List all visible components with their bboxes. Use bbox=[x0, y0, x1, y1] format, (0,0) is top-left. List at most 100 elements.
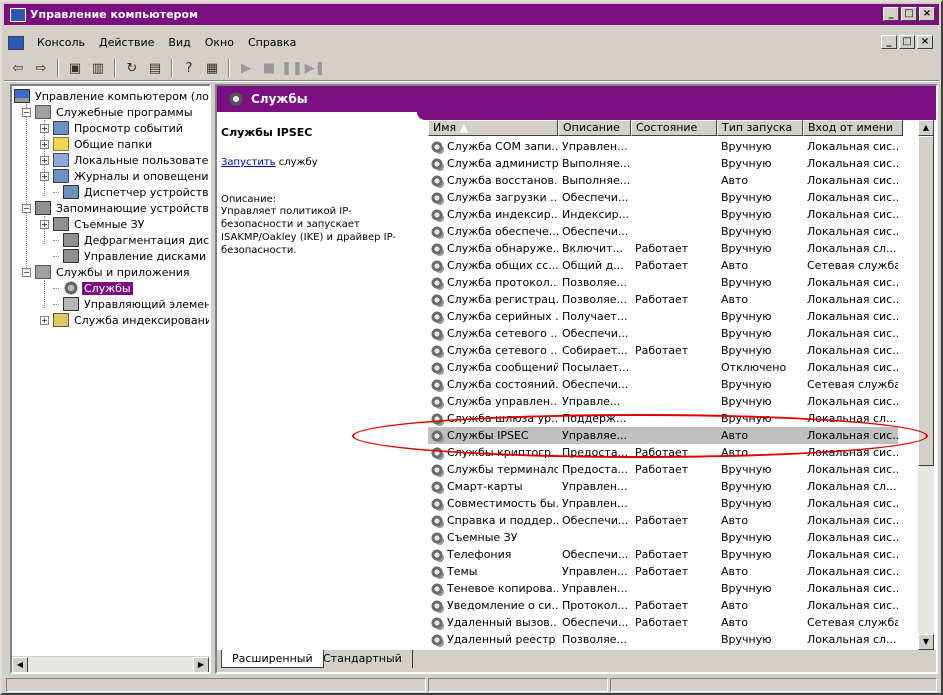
show-tree-icon[interactable]: ▥ bbox=[88, 58, 108, 78]
service-row[interactable]: Теневое копирова... Управлен... Вручную Лок… bbox=[428, 580, 898, 597]
scroll-thumb[interactable] bbox=[918, 136, 934, 466]
menu-console[interactable]: Консоль bbox=[30, 33, 92, 53]
expand-toggle[interactable]: + bbox=[40, 219, 49, 229]
tree-item-storage[interactable]: − Запоминающие устройства bbox=[22, 200, 209, 216]
maximize-button[interactable]: □ bbox=[901, 7, 917, 21]
tree-item-device-manager[interactable]: Диспетчер устройств bbox=[53, 184, 209, 200]
service-row[interactable]: Служба сообщений Посылает... Отключено Лока… bbox=[428, 359, 898, 376]
tree-item-services[interactable]: Службы bbox=[53, 280, 133, 296]
service-startup-type: Вручную bbox=[721, 191, 772, 204]
tab-extended[interactable]: Расширенный bbox=[221, 650, 324, 668]
service-row[interactable]: Службы терминалов Предоста... Работает Вруч… bbox=[428, 461, 898, 478]
close-button[interactable]: × bbox=[919, 7, 935, 21]
service-row[interactable]: Служба сетевого ... Собирает... Работает Вр… bbox=[428, 342, 898, 359]
service-row[interactable]: Служба протокол... Позволяе... Вручную Лока… bbox=[428, 274, 898, 291]
expand-toggle[interactable]: + bbox=[40, 171, 49, 181]
collapse-toggle[interactable]: − bbox=[22, 203, 31, 213]
service-row[interactable]: Служба восстанов... Выполняе... Авто Локаль… bbox=[428, 172, 898, 189]
service-row[interactable]: Служба обнаруже... Включит... Работает Вруч… bbox=[428, 240, 898, 257]
child-close-button[interactable]: × bbox=[917, 35, 933, 49]
service-row[interactable]: Служба состояний... Обеспечи... Вручную Сет… bbox=[428, 376, 898, 393]
service-row[interactable]: Служба обеспече... Обеспечи... Вручную Лока… bbox=[428, 223, 898, 240]
service-gear-icon bbox=[430, 224, 444, 239]
column-log-on-as[interactable]: Вход от имени bbox=[803, 120, 903, 136]
tree-horizontal-scrollbar[interactable]: ◀ ▶ bbox=[12, 656, 209, 672]
expand-toggle[interactable]: + bbox=[40, 123, 49, 133]
service-row[interactable]: Служба общих сс... Общий д... Работает Авто… bbox=[428, 257, 898, 274]
tree-item-shared-folders[interactable]: + Общие папки bbox=[40, 136, 154, 152]
service-row[interactable]: Справка и поддер... Обеспечи... Работает Ав… bbox=[428, 512, 898, 529]
menu-action[interactable]: Действие bbox=[92, 33, 161, 53]
service-row[interactable]: Удаленный реестр Позволяе... Вручную Локаль… bbox=[428, 631, 898, 648]
service-row[interactable]: Служба регистрац... Позволяе... Работает Ав… bbox=[428, 291, 898, 308]
service-row[interactable]: Служба загрузки ... Обеспечи... Вручную Лок… bbox=[428, 189, 898, 206]
collapse-toggle[interactable]: − bbox=[22, 107, 31, 117]
service-status: Работает bbox=[635, 565, 689, 578]
tree-item-disk-management[interactable]: Управление дисками bbox=[53, 248, 208, 264]
tree-item-services-apps[interactable]: − Службы и приложения bbox=[22, 264, 191, 280]
child-minimize-button[interactable]: _ bbox=[881, 35, 897, 49]
tree-item-indexing-service[interactable]: + Служба индексирования bbox=[40, 312, 209, 328]
removable-storage-icon bbox=[53, 217, 69, 231]
tree-item-defrag[interactable]: Дефрагментация диска bbox=[53, 232, 209, 248]
service-row[interactable]: Служба сетевого ... Обеспечи... Вручную Лок… bbox=[428, 325, 898, 342]
pause-icon[interactable]: ❚❚ bbox=[281, 58, 303, 78]
tree-item-logs-alerts[interactable]: + Журналы и оповещения пр bbox=[40, 168, 209, 184]
collapse-toggle[interactable]: − bbox=[22, 267, 31, 277]
properties-icon[interactable]: ▦ bbox=[202, 58, 222, 78]
child-restore-button[interactable]: □ bbox=[899, 35, 915, 49]
service-row[interactable]: Служба COM запи... Управлен... Вручную Лока… bbox=[428, 138, 898, 155]
up-folder-icon[interactable]: ▣ bbox=[65, 58, 85, 78]
scroll-left-icon[interactable]: ◀ bbox=[12, 657, 28, 672]
service-row[interactable]: Темы Управлен... Работает Авто Локальная сис… bbox=[428, 563, 898, 580]
service-row[interactable]: Удаленный вызов... Обеспечи... Работает Авт… bbox=[428, 614, 898, 631]
service-row[interactable]: Съемные ЗУ Вручную Локальная сис... bbox=[428, 529, 898, 546]
service-row[interactable]: Службы криптогр... Предоста... Работает Авт… bbox=[428, 444, 898, 461]
scroll-right-icon[interactable]: ▶ bbox=[193, 657, 209, 672]
service-row[interactable]: Служба индексир... Индексир... Вручную Лока… bbox=[428, 206, 898, 223]
menu-help[interactable]: Справка bbox=[241, 33, 303, 53]
play-icon[interactable]: ▶ bbox=[236, 58, 256, 78]
menu-view[interactable]: Вид bbox=[161, 33, 197, 53]
minimize-button[interactable]: _ bbox=[883, 7, 899, 21]
tree-item-computer-management[interactable]: Управление компьютером (локаль bbox=[14, 88, 209, 104]
scroll-up-icon[interactable]: ▲ bbox=[918, 120, 934, 136]
service-row[interactable]: Служба администр... Выполняе... Вручную Лок… bbox=[428, 155, 898, 172]
tree-item-wmi-control[interactable]: Управляющий элемент WM bbox=[53, 296, 209, 312]
service-row[interactable]: Службы IPSEC Управляе... Авто Локальная сис… bbox=[428, 427, 898, 444]
service-row[interactable]: Телефония Обеспечи... Работает Вручную Локал… bbox=[428, 546, 898, 563]
service-row[interactable]: Служба шлюза ур... Поддерж... Вручную Локал… bbox=[428, 410, 898, 427]
refresh-icon[interactable]: ↻ bbox=[122, 58, 142, 78]
list-vertical-scrollbar[interactable]: ▲ ▼ bbox=[918, 120, 934, 650]
title-bar[interactable]: Управление компьютером _ □ × bbox=[4, 4, 939, 25]
column-description[interactable]: Описание bbox=[558, 120, 631, 136]
service-row[interactable]: Уведомление о си... Протокол... Работает Ав… bbox=[428, 597, 898, 614]
stop-icon[interactable]: ■ bbox=[259, 58, 279, 78]
service-row[interactable]: Смарт-карты Управлен... Вручную Локальная с… bbox=[428, 478, 898, 495]
tree-item-system-tools[interactable]: − Служебные программы bbox=[22, 104, 195, 120]
column-name[interactable]: Имя ▲ bbox=[428, 120, 558, 136]
tree-item-local-users[interactable]: + Локальные пользователи bbox=[40, 152, 209, 168]
scroll-down-icon[interactable]: ▼ bbox=[918, 634, 934, 650]
column-status[interactable]: Состояние bbox=[631, 120, 717, 136]
expand-toggle[interactable]: + bbox=[40, 315, 49, 325]
export-list-icon[interactable]: ▤ bbox=[145, 58, 165, 78]
menu-window[interactable]: Окно bbox=[198, 33, 241, 53]
expand-toggle[interactable]: + bbox=[40, 139, 49, 149]
back-arrow-icon[interactable]: ⇦ bbox=[8, 58, 28, 78]
tab-standard[interactable]: Стандартный bbox=[313, 650, 413, 668]
column-startup-type[interactable]: Тип запуска bbox=[717, 120, 803, 136]
tree-item-event-viewer[interactable]: + Просмотр событий bbox=[40, 120, 185, 136]
scroll-track[interactable] bbox=[28, 657, 193, 672]
help-icon[interactable]: ? bbox=[179, 58, 199, 78]
tree-item-removable-storage[interactable]: + Съемные ЗУ bbox=[40, 216, 146, 232]
expand-toggle[interactable]: + bbox=[40, 155, 49, 165]
restart-icon[interactable]: ▶❚ bbox=[305, 58, 326, 78]
service-row[interactable]: Совместимость бы... Управлен... Вручную Лок… bbox=[428, 495, 898, 512]
service-row[interactable]: Служба серийных ... Получает... Вручную Лок… bbox=[428, 308, 898, 325]
start-service-link[interactable]: Запустить bbox=[221, 157, 276, 168]
service-row[interactable]: Служба управлен... Управле... Вручную Локал… bbox=[428, 393, 898, 410]
console-document-icon[interactable] bbox=[8, 36, 24, 50]
forward-arrow-icon[interactable]: ⇨ bbox=[31, 58, 51, 78]
service-log-on-as: Локальная сис... bbox=[807, 446, 898, 459]
